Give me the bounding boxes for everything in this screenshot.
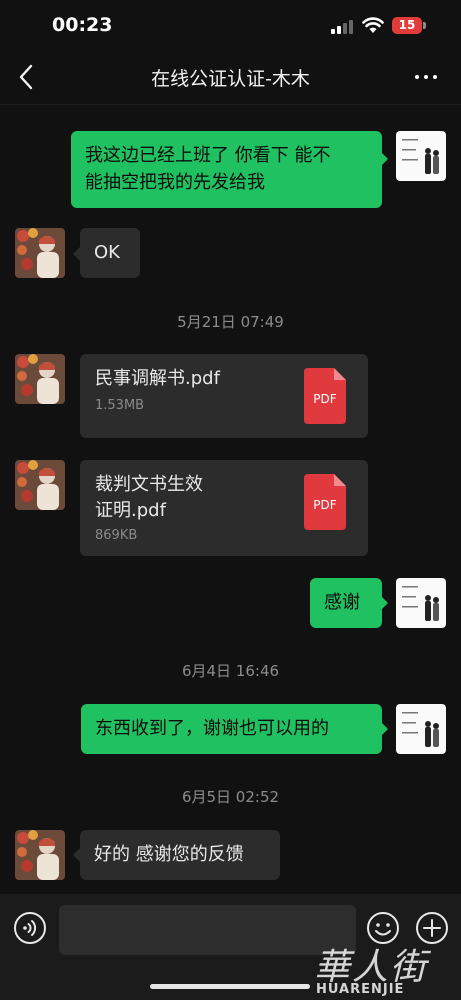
file-size: 869KB bbox=[95, 528, 138, 543]
contact-avatar[interactable] bbox=[15, 460, 65, 510]
pdf-icon: PDF bbox=[304, 368, 346, 424]
timestamp: 5月21日 07:49 bbox=[177, 313, 284, 331]
bubble-tail bbox=[381, 596, 388, 610]
message-text: 感谢 bbox=[324, 592, 360, 613]
battery-tip bbox=[423, 22, 426, 29]
incoming-message[interactable]: OK bbox=[80, 228, 140, 278]
outgoing-message[interactable]: 东西收到了，谢谢也可以用的 bbox=[81, 704, 382, 754]
my-avatar[interactable] bbox=[396, 131, 446, 181]
incoming-message[interactable]: 好的 感谢您的反馈 bbox=[80, 830, 280, 880]
contact-avatar[interactable] bbox=[15, 354, 65, 404]
pdf-icon: PDF bbox=[304, 474, 346, 530]
pdf-label: PDF bbox=[313, 498, 337, 512]
file-size: 1.53MB bbox=[95, 398, 145, 413]
timestamp: 6月4日 16:46 bbox=[181, 662, 280, 680]
bubble-tail bbox=[381, 722, 388, 736]
signal-icon bbox=[331, 20, 355, 34]
watermark-en: HUARENJIE bbox=[316, 982, 405, 997]
file-message[interactable]: 裁判文书生效 证明.pdf 869KB PDF bbox=[80, 460, 368, 556]
contact-avatar[interactable] bbox=[15, 830, 65, 880]
home-indicator bbox=[150, 984, 310, 989]
bubble-tail bbox=[381, 152, 388, 166]
message-text: OK bbox=[94, 242, 120, 263]
my-avatar[interactable] bbox=[396, 704, 446, 754]
more-icon[interactable] bbox=[413, 66, 439, 86]
chat-title: 在线公证认证-木木 bbox=[151, 68, 310, 90]
message-text-line: 能抽空把我的先发给我 bbox=[85, 172, 265, 193]
contact-avatar[interactable] bbox=[15, 228, 65, 278]
bubble-tail bbox=[73, 848, 80, 862]
file-name-line: 证明.pdf bbox=[95, 500, 166, 521]
file-name: 民事调解书.pdf bbox=[95, 368, 220, 389]
message-text: 东西收到了，谢谢也可以用的 bbox=[95, 718, 329, 739]
file-message[interactable]: 民事调解书.pdf 1.53MB PDF bbox=[80, 354, 368, 438]
pdf-label: PDF bbox=[313, 392, 337, 406]
message-text-line: 我这边已经上班了 你看下 能不 bbox=[85, 145, 331, 166]
message-text: 好的 感谢您的反馈 bbox=[94, 844, 244, 865]
bubble-tail bbox=[73, 247, 80, 261]
status-time: 00:23 bbox=[52, 14, 113, 36]
file-name-line: 裁判文书生效 bbox=[95, 474, 203, 495]
voice-icon[interactable] bbox=[13, 911, 47, 945]
outgoing-message[interactable]: 我这边已经上班了 你看下 能不 能抽空把我的先发给我 bbox=[71, 131, 382, 208]
my-avatar[interactable] bbox=[396, 578, 446, 628]
timestamp: 6月5日 02:52 bbox=[181, 788, 280, 806]
watermark-logo: 華人街 HUARENJIE bbox=[312, 942, 452, 998]
battery-indicator: 15 bbox=[392, 17, 422, 34]
header-divider bbox=[0, 104, 461, 105]
outgoing-message[interactable]: 感谢 bbox=[310, 578, 382, 628]
wifi-icon bbox=[362, 17, 384, 33]
